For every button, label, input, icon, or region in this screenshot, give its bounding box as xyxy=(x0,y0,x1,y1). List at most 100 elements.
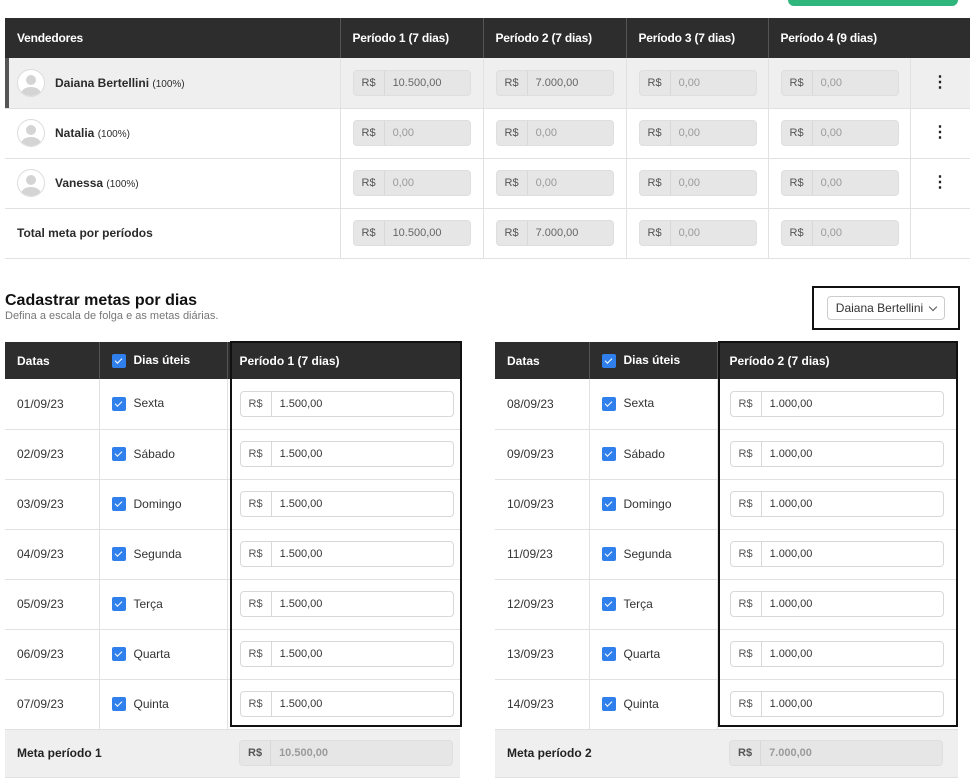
workday-checkbox[interactable] xyxy=(111,697,126,712)
sellers-goals-table: Vendedores Período 1 (7 dias) Período 2 … xyxy=(5,18,970,259)
top-action-button[interactable] xyxy=(788,0,958,6)
workday-checkbox[interactable] xyxy=(111,647,126,662)
workday-checkbox[interactable] xyxy=(111,447,126,462)
daily-goal-input[interactable]: R$ 1.000,00 xyxy=(729,491,944,517)
weekday-label: Terça xyxy=(133,596,163,611)
avatar xyxy=(17,169,45,197)
seller-cell: Natalia (100%) xyxy=(5,108,341,159)
workday-cell: Quarta xyxy=(99,629,228,680)
period-goal-cell: R$ 0,00 xyxy=(768,58,911,109)
currency-prefix: R$ xyxy=(241,442,272,466)
period-goal-cell: R$ 0,00 xyxy=(483,108,627,159)
day-date: 05/09/23 xyxy=(5,579,100,630)
weekday-label: Quinta xyxy=(623,696,659,711)
daily-goal-cell: R$ 1.000,00 xyxy=(717,529,958,580)
day-date: 14/09/23 xyxy=(495,679,590,730)
total-goal-field: R$ 0,00 xyxy=(638,220,757,246)
currency-prefix: R$ xyxy=(354,171,385,195)
daily-goal-input[interactable]: R$ 1.500,00 xyxy=(239,390,454,417)
workday-checkbox[interactable] xyxy=(601,497,616,512)
day-row: 04/09/23 Segunda R$ 1.500,00 xyxy=(5,529,460,580)
workday-checkbox[interactable] xyxy=(601,647,616,662)
daily-goal-cell: R$ 1.500,00 xyxy=(227,379,460,430)
period-total-field: R$ 10.500,00 xyxy=(239,740,453,766)
currency-prefix: R$ xyxy=(782,121,813,145)
seller-row[interactable]: Daiana Bertellini (100%) R$ 10.500,00 R$ 7.0… xyxy=(5,58,970,109)
workday-checkbox[interactable] xyxy=(111,547,126,562)
currency-prefix: R$ xyxy=(241,692,272,716)
day-row: 06/09/23 Quarta R$ 1.500,00 xyxy=(5,629,460,680)
workday-checkbox[interactable] xyxy=(111,597,126,612)
amount-value: 7.000,00 xyxy=(769,747,812,759)
daily-goal-input[interactable]: R$ 1.500,00 xyxy=(239,591,454,617)
daily-goal-input[interactable]: R$ 1.500,00 xyxy=(239,641,454,667)
workday-cell: Domingo xyxy=(589,479,718,530)
daily-goal-input[interactable]: R$ 1.500,00 xyxy=(239,691,454,717)
more-options-icon[interactable]: ⋮ xyxy=(923,125,958,141)
workday-checkbox[interactable] xyxy=(601,447,616,462)
period-total-cell: R$ 7.000,00 xyxy=(717,729,958,778)
currency-prefix: R$ xyxy=(241,592,272,616)
total-goal-field: R$ 0,00 xyxy=(780,220,899,246)
currency-prefix: R$ xyxy=(497,171,528,195)
period-goal-cell: R$ 0,00 xyxy=(626,108,769,159)
daily-goal-cell: R$ 1.500,00 xyxy=(227,679,460,730)
seller-select[interactable]: Daiana Bertellini xyxy=(826,296,946,320)
total-cell: R$ 7.000,00 xyxy=(483,208,627,259)
daily-goal-input[interactable]: R$ 1.000,00 xyxy=(729,591,944,617)
currency-prefix: R$ xyxy=(640,121,671,145)
daily-goal-input[interactable]: R$ 1.500,00 xyxy=(239,441,454,467)
workdays-all-checkbox[interactable] xyxy=(601,353,616,368)
period-total-cell: R$ 10.500,00 xyxy=(227,729,460,778)
workday-checkbox[interactable] xyxy=(601,547,616,562)
daily-goal-input[interactable]: R$ 1.500,00 xyxy=(239,541,454,567)
avatar xyxy=(17,119,45,147)
period-goal-cell: R$ 0,00 xyxy=(340,158,484,209)
period-goal-field: R$ 7.000,00 xyxy=(495,69,614,96)
amount-value: 1.500,00 xyxy=(279,548,323,560)
currency-prefix: R$ xyxy=(497,121,528,145)
more-options-icon[interactable]: ⋮ xyxy=(923,74,958,91)
period-total-field: R$ 7.000,00 xyxy=(729,740,943,766)
currency-prefix: R$ xyxy=(782,171,813,195)
period-goal-cell: R$ 10.500,00 xyxy=(340,58,484,109)
workday-cell: Sexta xyxy=(589,379,718,430)
workdays-all-checkbox[interactable] xyxy=(111,353,126,368)
period-goal-field: R$ 0,00 xyxy=(638,69,757,96)
more-options-icon[interactable]: ⋮ xyxy=(923,175,958,191)
currency-prefix: R$ xyxy=(354,221,385,245)
amount-value: 1.000,00 xyxy=(769,548,813,560)
workday-checkbox[interactable] xyxy=(111,397,126,412)
daily-goal-input[interactable]: R$ 1.000,00 xyxy=(729,641,944,667)
currency-prefix: R$ xyxy=(497,221,528,245)
amount-value: 0,00 xyxy=(820,127,842,139)
weekday-label: Domingo xyxy=(623,496,672,511)
seller-row[interactable]: Natalia (100%) R$ 0,00 R$ 0,00 R$ 0,00 R$ 0,00 ⋮ xyxy=(5,108,970,159)
currency-prefix: R$ xyxy=(640,70,671,95)
daily-goal-input[interactable]: R$ 1.500,00 xyxy=(239,491,454,517)
currency-prefix: R$ xyxy=(731,391,762,416)
daily-goal-input[interactable]: R$ 1.000,00 xyxy=(729,691,944,717)
period-goal-field: R$ 0,00 xyxy=(780,170,899,196)
day-date: 04/09/23 xyxy=(5,529,100,580)
amount-value: 1.500,00 xyxy=(279,498,323,510)
workday-checkbox[interactable] xyxy=(601,597,616,612)
daily-goal-input[interactable]: R$ 1.000,00 xyxy=(729,390,944,417)
currency-prefix: R$ xyxy=(731,542,762,566)
weekday-label: Segunda xyxy=(623,546,672,561)
seller-row[interactable]: Vanessa (100%) R$ 0,00 R$ 0,00 R$ 0,00 R$ 0,00 ⋮ xyxy=(5,158,970,209)
header-period-3: Período 3 (7 dias) xyxy=(626,18,769,58)
period-goal-cell: R$ 0,00 xyxy=(340,108,484,159)
total-goal-field: R$ 10.500,00 xyxy=(352,220,471,246)
daily-goal-input[interactable]: R$ 1.000,00 xyxy=(729,541,944,567)
workday-checkbox[interactable] xyxy=(601,397,616,412)
workday-checkbox[interactable] xyxy=(111,497,126,512)
daily-goal-input[interactable]: R$ 1.000,00 xyxy=(729,441,944,467)
workday-checkbox[interactable] xyxy=(601,697,616,712)
currency-prefix: R$ xyxy=(731,592,762,616)
totals-label-cell: Total meta por períodos xyxy=(5,208,341,259)
row-menu-cell: ⋮ xyxy=(910,58,970,109)
amount-value: 10.500,00 xyxy=(392,227,442,239)
day-date: 10/09/23 xyxy=(495,479,590,530)
header-sellers: Vendedores xyxy=(5,18,341,58)
